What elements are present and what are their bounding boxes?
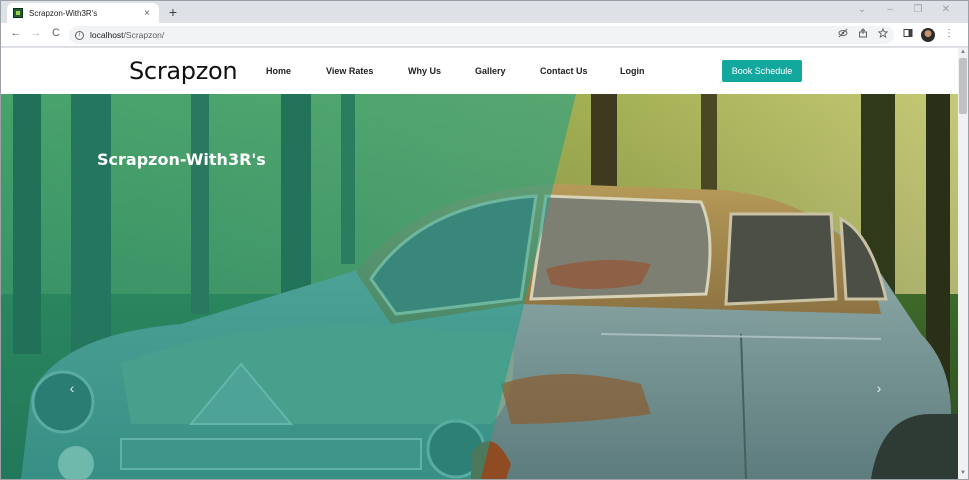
url-path: /Scrapzon/ xyxy=(123,30,165,40)
menu-icon[interactable]: ⋮ xyxy=(942,28,956,39)
site-navbar: Scrapzon Home View Rates Why Us Gallery … xyxy=(1,48,958,94)
reload-button[interactable]: C xyxy=(49,27,63,39)
new-tab-button[interactable]: + xyxy=(165,4,181,20)
star-icon[interactable] xyxy=(876,27,890,41)
restore-button[interactable]: ❐ xyxy=(910,4,926,15)
nav-login[interactable]: Login xyxy=(620,66,645,76)
back-button[interactable]: ← xyxy=(9,27,23,39)
carousel-next-icon[interactable]: › xyxy=(872,380,886,396)
tab-search-icon[interactable]: ⌄ xyxy=(854,4,870,15)
close-window-button[interactable]: ✕ xyxy=(938,4,954,15)
nav-why-us[interactable]: Why Us xyxy=(408,66,441,76)
hero-carousel: Scrapzon-With3R's ‹ › xyxy=(1,94,958,479)
page-viewport: Scrapzon Home View Rates Why Us Gallery … xyxy=(1,48,958,479)
scroll-thumb[interactable] xyxy=(959,58,967,114)
site-favicon-icon xyxy=(13,8,23,18)
minimize-button[interactable]: – xyxy=(882,4,898,15)
site-info-icon[interactable]: i xyxy=(75,30,84,40)
site-logo[interactable]: Scrapzon xyxy=(129,57,238,85)
nav-contact-us[interactable]: Contact Us xyxy=(540,66,588,76)
forward-button[interactable]: → xyxy=(29,27,43,39)
url-text: localhost/Scrapzon/ xyxy=(90,30,164,40)
sidepanel-icon[interactable] xyxy=(901,28,915,41)
browser-window: Scrapzon-With3R's × + ⌄ – ❐ ✕ ← → C i lo… xyxy=(0,0,969,480)
nav-gallery[interactable]: Gallery xyxy=(475,66,506,76)
tab-title: Scrapzon-With3R's xyxy=(29,8,98,18)
scroll-down-icon[interactable]: ▼ xyxy=(960,470,966,476)
book-schedule-button[interactable]: Book Schedule xyxy=(722,60,802,82)
scroll-up-icon[interactable]: ▲ xyxy=(960,49,966,55)
browser-toolbar: ← → C i localhost/Scrapzon/ ⋮ xyxy=(1,23,968,47)
address-bar[interactable]: i localhost/Scrapzon/ xyxy=(69,26,894,44)
nav-view-rates[interactable]: View Rates xyxy=(326,66,373,76)
browser-tab[interactable]: Scrapzon-With3R's × xyxy=(7,3,159,23)
eye-off-icon[interactable] xyxy=(836,28,850,41)
tab-strip: Scrapzon-With3R's × + ⌄ – ❐ ✕ xyxy=(1,1,968,23)
page-scrollbar[interactable]: ▲ ▼ xyxy=(958,48,968,479)
carousel-prev-icon[interactable]: ‹ xyxy=(65,380,79,396)
nav-home[interactable]: Home xyxy=(266,66,291,76)
close-tab-icon[interactable]: × xyxy=(141,8,153,19)
profile-avatar[interactable] xyxy=(921,28,935,42)
hero-title: Scrapzon-With3R's xyxy=(97,150,266,169)
url-host: localhost xyxy=(90,30,124,40)
share-icon[interactable] xyxy=(856,28,870,41)
